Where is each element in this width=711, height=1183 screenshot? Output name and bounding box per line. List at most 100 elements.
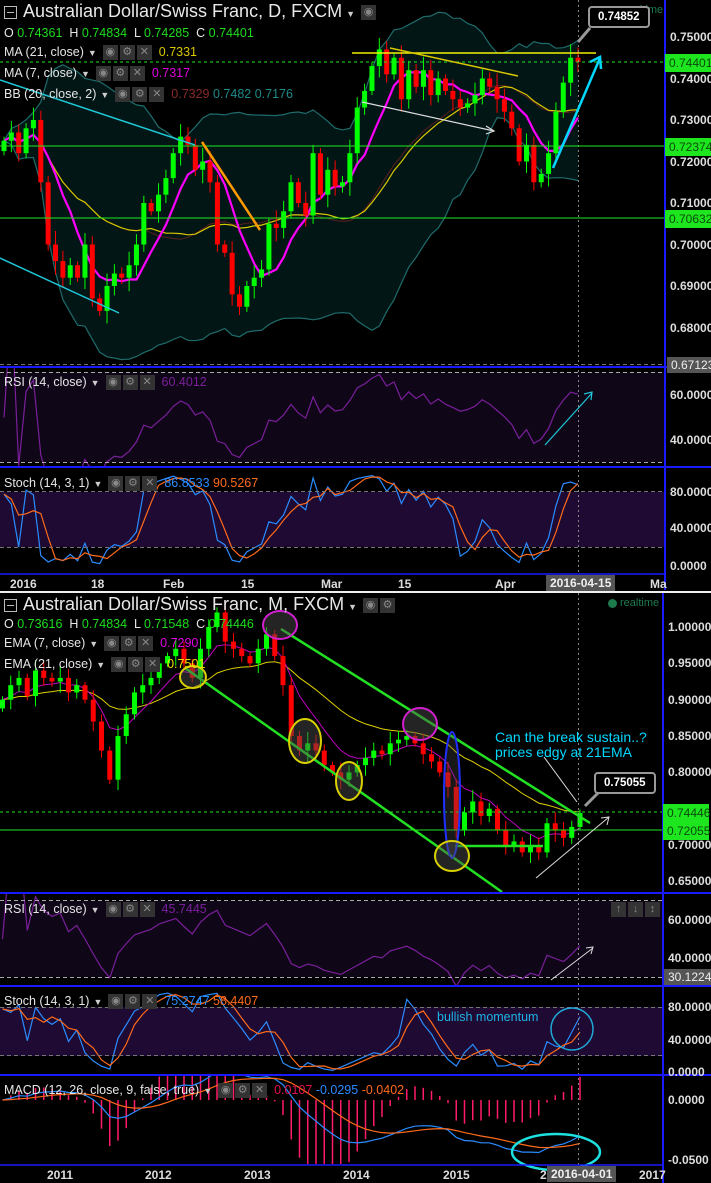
eye-icon[interactable]: ◉: [95, 66, 111, 82]
candle[interactable]: [577, 809, 583, 831]
candle[interactable]: [107, 746, 113, 785]
candle[interactable]: [247, 652, 253, 667]
gear-icon[interactable]: ⚙: [125, 476, 141, 492]
close-icon[interactable]: ✕: [139, 902, 155, 918]
arrow-up-icon[interactable]: ↑: [611, 902, 626, 918]
bb-legend[interactable]: BB (20, close, 2) ▼ ◉ ⚙ ✕ 0.7329 0.7482 0.71…: [4, 87, 293, 103]
candle[interactable]: [437, 757, 443, 777]
yellow-ellipse-3[interactable]: [335, 761, 363, 801]
close-icon[interactable]: ✕: [149, 87, 165, 103]
candle[interactable]: [544, 818, 550, 858]
monthly-price-callout[interactable]: 0.75055: [594, 772, 656, 794]
candle[interactable]: [371, 742, 377, 766]
candle[interactable]: [310, 144, 316, 224]
candle[interactable]: [45, 176, 51, 251]
candle[interactable]: [379, 745, 385, 760]
close-icon[interactable]: ✕: [252, 1083, 268, 1099]
candle[interactable]: [511, 834, 517, 853]
close-icon[interactable]: ✕: [129, 66, 145, 82]
candle[interactable]: [239, 642, 245, 663]
candle[interactable]: [363, 747, 368, 776]
ema21-legend[interactable]: EMA (21, close) ▼ ◉ ⚙ ✕ 0.7501: [4, 657, 205, 673]
candle[interactable]: [23, 123, 29, 159]
candle[interactable]: [387, 731, 393, 766]
chevron-down-icon[interactable]: ▼: [93, 479, 102, 489]
gear-icon[interactable]: ⚙: [121, 636, 137, 652]
monthly-stoch-legend[interactable]: Stoch (14, 3, 1) ▼ ◉ ⚙ ✕ 75.2747 58.4407: [4, 994, 258, 1010]
collapse-icon[interactable]: [4, 598, 17, 612]
ma21-legend[interactable]: MA (21, close) ▼ ◉ ⚙ ✕ 0.7331: [4, 45, 197, 61]
monthly-rsi-legend[interactable]: RSI (14, close) ▼ ◉ ⚙ ✕ 45.7445: [4, 902, 207, 918]
daily-rsi-legend[interactable]: RSI (14, close) ▼ ◉ ⚙ ✕ 60.4012: [4, 375, 207, 391]
eye-icon[interactable]: ◉: [361, 4, 376, 20]
candle[interactable]: [90, 690, 96, 732]
candle[interactable]: [280, 645, 286, 696]
candle[interactable]: [38, 110, 44, 192]
ema7-legend[interactable]: EMA (7, close) ▼ ◉ ⚙ ✕ 0.7290: [4, 636, 198, 652]
candle[interactable]: [99, 714, 104, 758]
candle[interactable]: [536, 837, 542, 861]
candle[interactable]: [89, 236, 95, 307]
candle[interactable]: [82, 681, 88, 704]
magenta-ellipse-top[interactable]: [262, 610, 298, 640]
close-icon[interactable]: ✕: [136, 45, 152, 61]
close-icon[interactable]: ✕: [142, 476, 158, 492]
close-icon[interactable]: ✕: [139, 375, 155, 391]
chevron-down-icon[interactable]: ▼: [91, 905, 100, 915]
chevron-down-icon[interactable]: ▼: [96, 660, 105, 670]
candle[interactable]: [470, 790, 476, 824]
eye-icon[interactable]: ◉: [218, 1083, 234, 1099]
gear-icon[interactable]: ⚙: [380, 597, 395, 613]
eye-icon[interactable]: ◉: [115, 87, 131, 103]
monthly-chart-title[interactable]: Australian Dollar/Swiss Franc, M, FXCM ▼ ◉…: [4, 594, 395, 615]
collapse-icon[interactable]: [4, 5, 17, 19]
arrow-down-icon[interactable]: ↓: [628, 902, 643, 918]
candle[interactable]: [317, 148, 323, 200]
close-icon[interactable]: ✕: [138, 636, 154, 652]
daily-stoch-legend[interactable]: Stoch (14, 3, 1) ▼ ◉ ⚙ ✕ 86.8533 90.5267: [4, 476, 258, 492]
close-icon[interactable]: ✕: [145, 657, 161, 673]
gear-icon[interactable]: ⚙: [125, 994, 141, 1010]
yellow-ellipse-2[interactable]: [288, 718, 322, 764]
candle[interactable]: [462, 807, 467, 836]
chart-annotation[interactable]: Can the break sustain..? prices edgy at 2…: [495, 730, 647, 760]
chevron-down-icon[interactable]: ▼: [81, 69, 90, 79]
candle[interactable]: [16, 670, 22, 693]
gear-icon[interactable]: ⚙: [235, 1083, 251, 1099]
candle[interactable]: [74, 679, 80, 699]
macd-legend[interactable]: MACD (12, 26, close, 9, false, true) ▼ ◉ ⚙ ✕…: [4, 1083, 404, 1099]
gear-icon[interactable]: ⚙: [112, 66, 128, 82]
candle[interactable]: [478, 792, 484, 825]
candle[interactable]: [561, 821, 566, 847]
eye-icon[interactable]: ◉: [108, 994, 124, 1010]
gear-icon[interactable]: ⚙: [128, 657, 144, 673]
blue-ellipse[interactable]: [443, 731, 461, 859]
chevron-down-icon[interactable]: ▼: [88, 48, 97, 58]
candle[interactable]: [231, 632, 236, 658]
candle[interactable]: [140, 673, 146, 704]
candle[interactable]: [66, 669, 71, 702]
candle[interactable]: [569, 820, 575, 844]
chevron-down-icon[interactable]: ▼: [91, 378, 100, 388]
eye-icon[interactable]: ◉: [108, 476, 124, 492]
gear-icon[interactable]: ⚙: [132, 87, 148, 103]
candle[interactable]: [528, 834, 533, 863]
gear-icon[interactable]: ⚙: [122, 375, 138, 391]
eye-icon[interactable]: ◉: [363, 597, 378, 613]
candle[interactable]: [214, 174, 220, 252]
daily-chart-title[interactable]: Australian Dollar/Swiss Franc, D, FXCM ▼ ◉: [4, 1, 376, 22]
arrow-updown-icon[interactable]: ↕: [645, 902, 660, 918]
candle[interactable]: [503, 820, 509, 855]
candle[interactable]: [141, 195, 147, 252]
candle[interactable]: [132, 687, 137, 720]
annotation-pointer-arrow[interactable]: [543, 756, 578, 803]
candle[interactable]: [148, 669, 154, 694]
chevron-down-icon[interactable]: ▼: [348, 602, 357, 612]
chevron-down-icon[interactable]: ▼: [203, 1086, 212, 1096]
eye-icon[interactable]: ◉: [104, 636, 120, 652]
chevron-down-icon[interactable]: ▼: [346, 9, 355, 19]
candle[interactable]: [170, 148, 176, 184]
candle[interactable]: [552, 811, 558, 842]
chevron-down-icon[interactable]: ▼: [100, 90, 109, 100]
chevron-down-icon[interactable]: ▼: [89, 639, 98, 649]
